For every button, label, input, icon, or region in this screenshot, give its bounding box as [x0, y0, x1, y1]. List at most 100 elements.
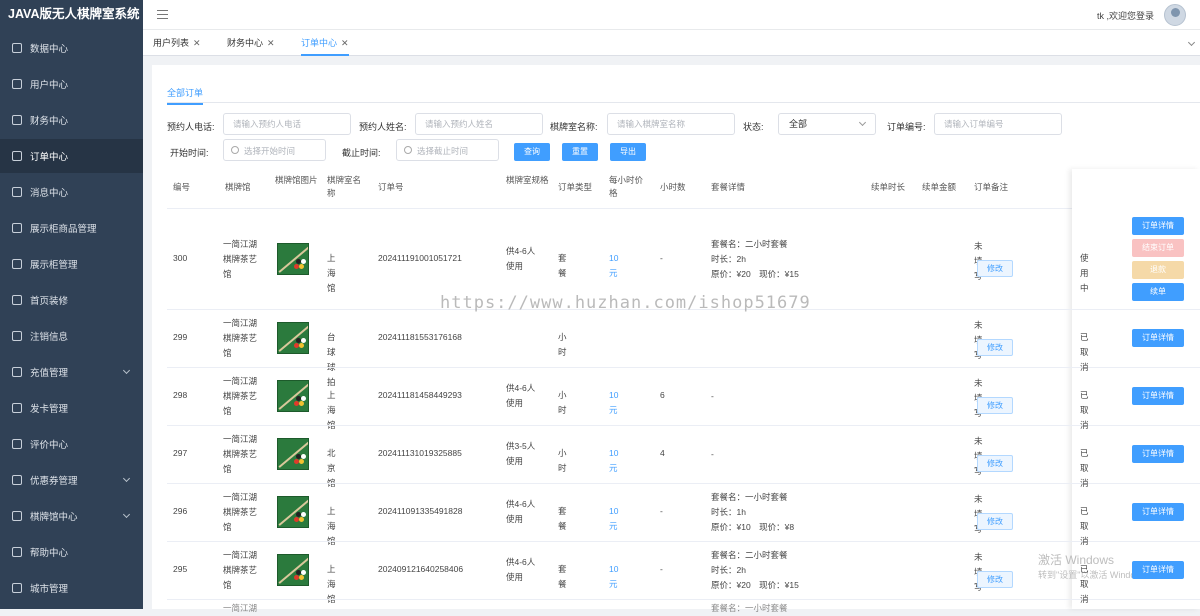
billiards-image	[299, 575, 304, 580]
billiards-image	[278, 439, 308, 468]
sidebar-item[interactable]: 订单中心	[0, 139, 143, 173]
sidebar-item[interactable]: 财务中心	[0, 103, 143, 137]
order-no-input[interactable]	[934, 113, 1062, 135]
sidebar-item[interactable]: 棋牌馆中心	[0, 499, 143, 533]
hall-name: 一简江湖棋牌茶艺馆	[223, 550, 258, 590]
tab-user-list[interactable]: 用户列表 ✕	[153, 30, 201, 56]
sidebar-item-label: 展示柜管理	[30, 260, 78, 271]
sidebar-item-label: 财务中心	[30, 116, 69, 127]
close-icon[interactable]: ✕	[193, 38, 201, 48]
tab-finance[interactable]: 财务中心 ✕	[227, 30, 275, 56]
row-id: 299	[173, 332, 188, 342]
room-thumbnail	[277, 243, 309, 275]
order-number: 202411181458449293	[378, 390, 462, 400]
room-spec: 供4-6人使用	[506, 246, 536, 271]
reset-button[interactable]: 重置	[562, 143, 598, 161]
order-status: 已取消	[1080, 564, 1089, 604]
row-divider	[167, 367, 1200, 368]
order-type: 套餐	[558, 506, 567, 531]
close-icon[interactable]: ✕	[267, 38, 275, 48]
package-detail-line: 原价：¥20 现价：¥15	[711, 268, 799, 279]
phone-input[interactable]	[223, 113, 351, 135]
sidebar-item[interactable]: 注销信息	[0, 319, 143, 353]
sidebar-item[interactable]: 发卡管理	[0, 391, 143, 425]
order-number: 202411191001051721	[378, 253, 462, 263]
refund-button[interactable]: 退款	[1132, 261, 1184, 279]
billiards-image	[301, 338, 306, 343]
sidebar-item[interactable]: 评价中心	[0, 427, 143, 461]
row-id: 298	[173, 390, 188, 400]
row-divider	[167, 483, 1200, 484]
sidebar-item[interactable]: 展示柜商品管理	[0, 211, 143, 245]
sidebar-item[interactable]: 展示柜管理	[0, 247, 143, 281]
welcome-text: tk ,欢迎您登录	[1096, 11, 1154, 21]
edit-button[interactable]: 修改	[977, 513, 1013, 530]
row-divider	[167, 599, 1200, 600]
order-detail-button[interactable]: 订单详情	[1132, 561, 1184, 579]
sidebar-item-label: 城市管理	[30, 584, 69, 595]
chevron-down-icon[interactable]	[1187, 38, 1196, 47]
tab-orders[interactable]: 订单中心 ✕	[301, 30, 349, 56]
sidebar-item[interactable]: 首页装修	[0, 283, 143, 317]
order-status: 已取消	[1080, 506, 1089, 546]
end-time-placeholder: 选择截止时间	[417, 146, 469, 156]
package-detail-line: 原价：¥20 现价：¥15	[711, 579, 799, 590]
close-icon[interactable]: ✕	[341, 38, 349, 48]
edit-button[interactable]: 修改	[977, 260, 1013, 277]
edit-button[interactable]: 修改	[977, 455, 1013, 472]
avatar[interactable]	[1164, 4, 1186, 26]
room-spec: 供3-5人使用	[506, 441, 536, 466]
start-time-picker[interactable]: 选择开始时间	[223, 139, 326, 161]
end-time-picker[interactable]: 选择截止时间	[396, 139, 499, 161]
order-status: 已取消	[1080, 332, 1089, 372]
order-status: 已取消	[1080, 390, 1089, 430]
order-detail-button[interactable]: 订单详情	[1132, 217, 1184, 235]
edit-button[interactable]: 修改	[977, 339, 1013, 356]
order-detail-button[interactable]: 订单详情	[1132, 329, 1184, 347]
sidebar-item-label: 消息中心	[30, 188, 69, 199]
order-type: 小时	[558, 390, 567, 415]
sidebar-item-label: 棋牌馆中心	[30, 512, 78, 523]
export-button[interactable]: 导出	[610, 143, 646, 161]
room-spec: 供4-6人使用	[506, 499, 536, 524]
hall-name: 一简江湖棋牌茶艺馆	[223, 318, 258, 358]
end-order-button[interactable]: 结束订单	[1132, 239, 1184, 257]
billiards-image	[301, 396, 306, 401]
row-id: 297	[173, 448, 188, 458]
tab-label: 用户列表	[153, 38, 190, 48]
room-thumbnail	[277, 554, 309, 586]
tab-label: 财务中心	[227, 38, 264, 48]
sidebar-item[interactable]: 充值管理	[0, 355, 143, 389]
order-detail-button[interactable]: 订单详情	[1132, 503, 1184, 521]
billiards-image	[299, 264, 304, 269]
edit-button[interactable]: 修改	[977, 571, 1013, 588]
sidebar-item[interactable]: 用户中心	[0, 67, 143, 101]
room-input[interactable]	[607, 113, 735, 135]
sidebar-item[interactable]: 优惠券管理	[0, 463, 143, 497]
column-header: 订单类型	[558, 182, 593, 192]
package-detail-line: 套餐名：二小时套餐	[711, 238, 788, 249]
sidebar-item[interactable]: 数据中心	[0, 31, 143, 65]
sidebar-item[interactable]: 城市管理	[0, 571, 143, 605]
menu-icon	[12, 511, 22, 521]
menu-icon	[12, 151, 22, 161]
edit-button[interactable]: 修改	[977, 397, 1013, 414]
column-header: 棋牌室名称	[327, 175, 362, 198]
status-select[interactable]: 全部	[778, 113, 876, 135]
tab-bar: 用户列表 ✕ 财务中心 ✕ 订单中心 ✕	[143, 30, 1200, 56]
menu-toggle-icon[interactable]	[157, 10, 168, 19]
menu-icon	[12, 331, 22, 341]
package-detail-line: 套餐名：二小时套餐	[711, 549, 788, 560]
query-button[interactable]: 查询	[514, 143, 550, 161]
menu-icon	[12, 115, 22, 125]
package-detail-line: -	[711, 390, 714, 401]
sidebar-item[interactable]: 消息中心	[0, 175, 143, 209]
menu-icon	[12, 547, 22, 557]
name-input[interactable]	[415, 113, 543, 135]
order-detail-button[interactable]: 订单详情	[1132, 445, 1184, 463]
renew-button[interactable]: 续单	[1132, 283, 1184, 301]
sidebar-item[interactable]: 帮助中心	[0, 535, 143, 569]
order-detail-button[interactable]: 订单详情	[1132, 387, 1184, 405]
billiards-image	[299, 343, 304, 348]
row-id: 300	[173, 253, 188, 263]
